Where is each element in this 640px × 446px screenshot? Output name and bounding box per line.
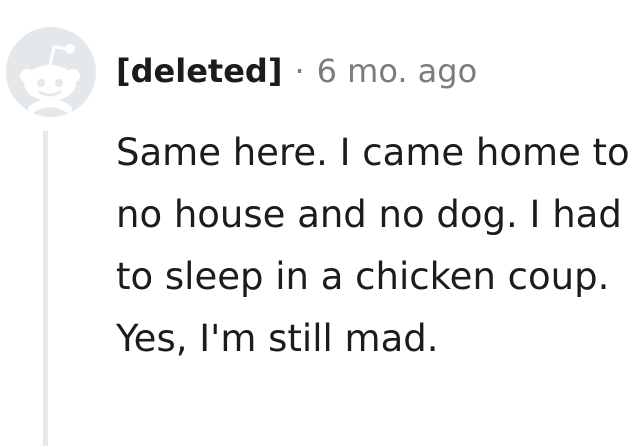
comment-timestamp[interactable]: 6 mo. ago [317, 52, 478, 90]
comment-body: Same here. I came home to no house and n… [116, 131, 630, 360]
deleted-user-avatar-icon[interactable] [6, 27, 96, 117]
meta-separator: · [294, 52, 305, 90]
thread-line[interactable] [43, 131, 48, 446]
comment-author[interactable]: [deleted] [116, 52, 282, 90]
comment-header: [deleted] · 6 mo. ago [116, 48, 477, 94]
